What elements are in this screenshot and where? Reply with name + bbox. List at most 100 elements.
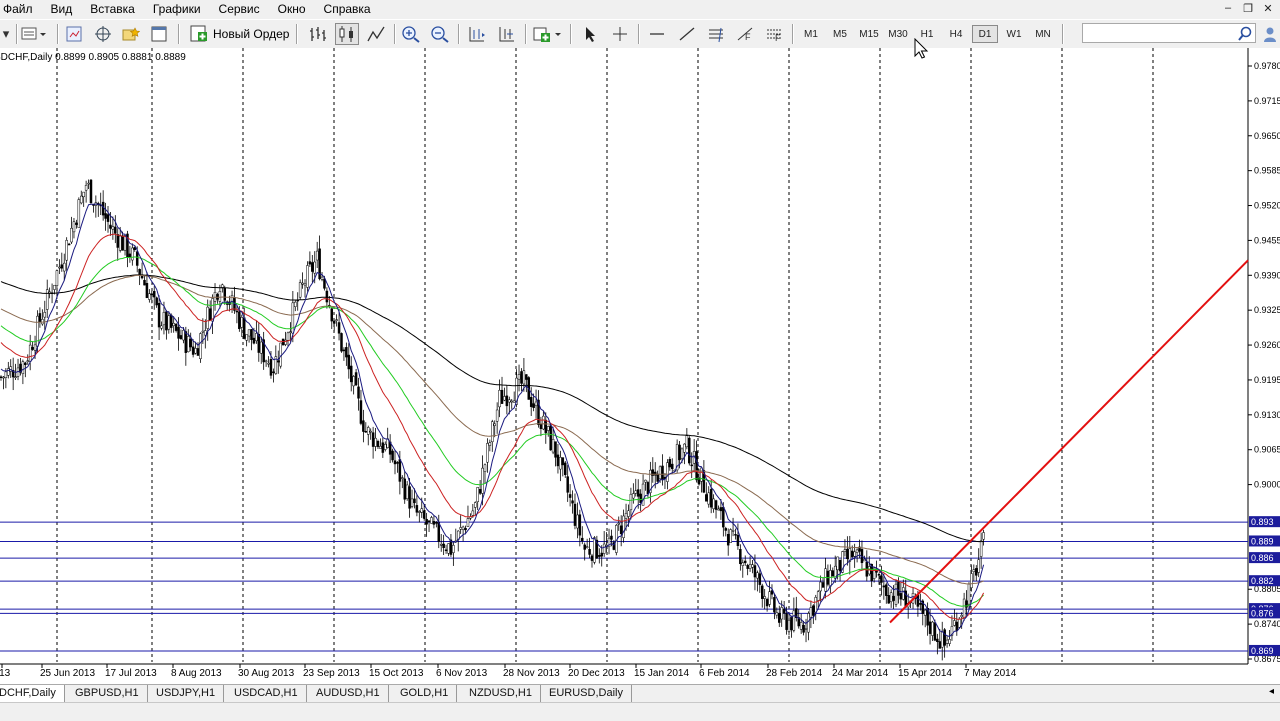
restore-icon[interactable]: ❐ [1238,0,1258,16]
search-input[interactable] [1082,23,1256,43]
minimize-icon[interactable]: – [1218,0,1238,16]
candle-body [374,437,377,447]
candle-body [678,444,681,461]
tab-usdjpy-h1[interactable]: USDJPY,H1 [148,685,225,702]
equidistant-channel-icon[interactable] [704,23,728,45]
candle-body [43,312,47,318]
terminal-icon[interactable] [148,23,170,45]
menu-tools[interactable]: Сервис [210,0,269,18]
candle-body [717,508,720,511]
text-tools-icon[interactable]: F [762,23,786,45]
chart-window[interactable]: 0.9780 0.9715 0.9650 0.9585 0.9520 0.9455 0.93… [0,48,1280,684]
candle-body [488,442,492,446]
zoom-in-icon[interactable] [399,23,423,45]
candle-body [792,610,796,631]
candle-body [512,400,516,403]
zoom-out-icon[interactable] [428,23,452,45]
crosshair-icon[interactable] [608,23,632,45]
candle-body [882,585,886,588]
fibonacci-icon[interactable]: F [733,23,757,45]
time-label: 7 May 2014 [964,668,1017,679]
line-chart-icon[interactable] [364,23,388,45]
candle-body [187,336,190,353]
tab-usdcad-h1[interactable]: USDCAD,H1 [226,685,307,702]
tab-gold-h1[interactable]: GOLD,H1 [392,685,458,702]
candle-body [435,522,438,524]
menu-view[interactable]: Вид [42,0,82,18]
tab-scroll-left-icon[interactable]: ◂ [1269,686,1274,697]
autoscroll-icon[interactable] [495,23,519,45]
cursor-icon[interactable] [578,23,602,45]
candle-body [624,513,628,519]
candle-body [743,560,747,564]
dropdown-arrow-icon[interactable]: ▾ [0,23,12,45]
timeframe-m15[interactable]: M15 [856,25,882,43]
candle-body [345,347,348,358]
candle-body [160,325,163,329]
candle-body [286,332,290,341]
tab-eurusd-daily[interactable]: EURUSD,Daily [541,685,632,702]
candle-body [493,423,496,426]
bar-chart-icon[interactable] [306,23,330,45]
candle-body [306,265,309,288]
candle-body [439,544,443,546]
candle-body [571,500,574,504]
candle-body [829,570,832,587]
candle-body [634,490,638,494]
favorites-icon[interactable] [120,23,142,45]
tab-usdchf-daily[interactable]: DCHF,Daily [0,685,65,703]
menu-charts[interactable]: Графики [144,0,210,18]
chart-shift-icon[interactable] [465,23,489,45]
time-label: 23 Sep 2013 [303,668,360,679]
candle-body [169,314,173,328]
tab-nzdusd-h1[interactable]: NZDUSD,H1 [461,685,541,702]
candle-body [705,494,708,502]
chart-info: SDCHF,Daily 0.8899 0.8905 0.8881 0.8889 [0,52,186,63]
search-icon[interactable] [1236,25,1254,43]
menu-insert[interactable]: Вставка [81,0,144,18]
tab-gbpusd-h1[interactable]: GBPUSD,H1 [67,685,148,702]
candlestick-chart-icon[interactable] [335,23,359,45]
price-chart[interactable]: 0.9780 0.9715 0.9650 0.9585 0.9520 0.9455 0.93… [0,48,1280,684]
tab-audusd-h1[interactable]: AUDUSD,H1 [308,685,389,702]
candle-body [269,359,273,376]
level-tag-label: 0.876 [1251,608,1274,618]
indicators-icon[interactable] [532,23,562,45]
candle-body [919,603,922,605]
timeframe-w1[interactable]: W1 [1001,25,1027,43]
candle-body [928,621,932,634]
candle-body [680,448,684,459]
timeframe-m5[interactable]: M5 [827,25,853,43]
candle-body [155,297,158,306]
timeframe-m30[interactable]: M30 [885,25,911,43]
trendline-icon[interactable] [675,23,699,45]
candle-body [381,442,385,453]
market-watch-icon[interactable] [63,23,85,45]
candle-body [379,446,382,449]
horizontal-line-icon[interactable] [645,23,669,45]
menu-file[interactable]: Файл [0,0,42,18]
candle-body [191,346,195,355]
candle-body [152,291,156,298]
candle-body [2,376,5,379]
candle-body [936,638,939,642]
navigator-icon[interactable] [92,23,114,45]
candle-body [24,362,27,365]
candle-body [831,570,835,577]
timeframe-h4[interactable]: H4 [943,25,969,43]
timeframe-m1[interactable]: M1 [798,25,824,43]
profiles-icon[interactable] [20,23,48,45]
timeframe-mn[interactable]: MN [1030,25,1056,43]
timeframe-d1[interactable]: D1 [972,25,998,43]
candle-body [332,320,336,324]
candle-body [104,213,107,219]
menu-window[interactable]: Окно [269,0,315,18]
close-icon[interactable]: ✕ [1258,0,1278,16]
candle-body [549,425,552,451]
menu-help[interactable]: Справка [315,0,380,18]
candle-body [559,457,562,470]
candle-body [442,543,445,548]
candle-body [357,386,360,399]
new-order-button[interactable]: Новый Ордер [190,24,289,44]
account-icon[interactable] [1262,23,1278,45]
